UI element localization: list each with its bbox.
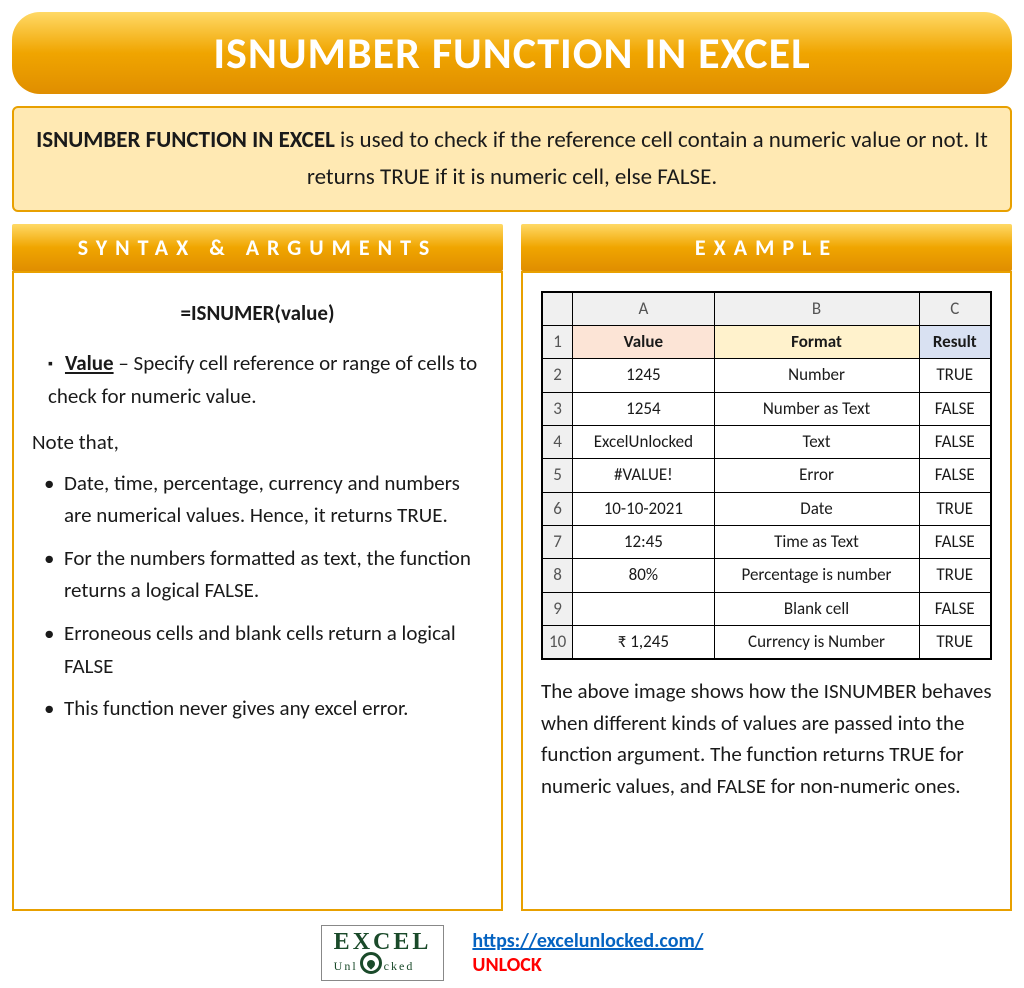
header-row: 1 Value Format Result: [542, 325, 991, 358]
row-num: 6: [542, 492, 573, 525]
table-row: 712:45Time as TextFALSE: [542, 526, 991, 559]
cell-result: TRUE: [919, 359, 991, 392]
row-num: 1: [542, 325, 573, 358]
example-header: EXAMPLE: [521, 224, 1012, 271]
description-lead: ISNUMBER FUNCTION IN EXCEL: [36, 126, 335, 154]
description-box: ISNUMBER FUNCTION IN EXCEL is used to ch…: [12, 106, 1012, 212]
example-table: A B C 1 Value Format Result 21245NumberT…: [541, 291, 992, 661]
row-num: 7: [542, 526, 573, 559]
row-num: 2: [542, 359, 573, 392]
logo-text-wrap: EXCEL Unlcked: [334, 932, 432, 974]
table-row: 10₹ 1,245Currency is NumberTRUE: [542, 626, 991, 660]
cell-value: [573, 592, 714, 625]
cell-value: 1254: [573, 392, 714, 425]
col-label-a: A: [573, 292, 714, 326]
row-num: 4: [542, 425, 573, 458]
row-num: 3: [542, 392, 573, 425]
syntax-panel: =ISNUMER(value) Value – Specify cell ref…: [12, 271, 503, 911]
x-letter: X: [353, 929, 373, 955]
cell-value: 12:45: [573, 526, 714, 559]
cell-format: Date: [714, 492, 919, 525]
col-label-row: A B C: [542, 292, 991, 326]
table-row: 21245NumberTRUE: [542, 359, 991, 392]
cell-value: 1245: [573, 359, 714, 392]
argument-item: Value – Specify cell reference or range …: [40, 347, 483, 412]
cell-value: ExcelUnlocked: [573, 425, 714, 458]
row-num: 9: [542, 592, 573, 625]
header-result: Result: [919, 325, 991, 358]
table-row: 9 Blank cellFALSE: [542, 592, 991, 625]
footer-url[interactable]: https://excelunlocked.com/: [472, 929, 703, 953]
col-label-c: C: [919, 292, 991, 326]
logo-main-text: EXCEL: [334, 929, 432, 955]
table-row: 5#VALUE!ErrorFALSE: [542, 459, 991, 492]
cell-format: Text: [714, 425, 919, 458]
logo-sub-text: Unlcked: [334, 952, 432, 974]
cell-format: Time as Text: [714, 526, 919, 559]
cell-result: FALSE: [919, 425, 991, 458]
page-title: ISNUMBER FUNCTION IN EXCEL: [213, 26, 810, 80]
description-rest: is used to check if the reference cell c…: [307, 126, 988, 191]
header-value: Value: [573, 325, 714, 358]
note-label: Note that,: [32, 426, 483, 459]
cell-format: Number as Text: [714, 392, 919, 425]
argument-name: Value: [65, 350, 114, 376]
example-caption: The above image shows how the ISNUMBER b…: [541, 676, 992, 802]
cell-format: Number: [714, 359, 919, 392]
cell-result: FALSE: [919, 526, 991, 559]
footer-unlock: UNLOCK: [472, 953, 541, 977]
title-banner: ISNUMBER FUNCTION IN EXCEL: [12, 12, 1012, 94]
lock-icon: [360, 952, 382, 974]
syntax-header: SYNTAX & ARGUMENTS: [12, 224, 503, 271]
row-num: 5: [542, 459, 573, 492]
footer-links: https://excelunlocked.com/ UNLOCK: [472, 929, 703, 977]
row-num: 8: [542, 559, 573, 592]
cell-value: #VALUE!: [573, 459, 714, 492]
cell-format: Blank cell: [714, 592, 919, 625]
row-num: 10: [542, 626, 573, 660]
cell-format: Currency is Number: [714, 626, 919, 660]
cell-result: TRUE: [919, 626, 991, 660]
col-label-b: B: [714, 292, 919, 326]
cell-result: FALSE: [919, 592, 991, 625]
note-item: For the numbers formatted as text, the f…: [44, 542, 483, 607]
footer: EXCEL Unlcked https://excelunlocked.com/…: [12, 925, 1012, 981]
cell-format: Error: [714, 459, 919, 492]
header-format: Format: [714, 325, 919, 358]
table-row: 880%Percentage is numberTRUE: [542, 559, 991, 592]
table-row: 4ExcelUnlockedTextFALSE: [542, 425, 991, 458]
cell-result: TRUE: [919, 492, 991, 525]
cell-result: TRUE: [919, 559, 991, 592]
cell-value: 80%: [573, 559, 714, 592]
cell-result: FALSE: [919, 392, 991, 425]
table-row: 31254Number as TextFALSE: [542, 392, 991, 425]
example-panel: A B C 1 Value Format Result 21245NumberT…: [521, 271, 1012, 911]
syntax-column: SYNTAX & ARGUMENTS =ISNUMER(value) Value…: [12, 224, 503, 911]
notes-list: Date, time, percentage, currency and num…: [32, 467, 483, 725]
formula-text: =ISNUMER(value): [32, 297, 483, 330]
cell-result: FALSE: [919, 459, 991, 492]
table-row: 610-10-2021DateTRUE: [542, 492, 991, 525]
two-column-layout: SYNTAX & ARGUMENTS =ISNUMER(value) Value…: [12, 224, 1012, 911]
note-item: Date, time, percentage, currency and num…: [44, 467, 483, 532]
cell-format: Percentage is number: [714, 559, 919, 592]
note-item: Erroneous cells and blank cells return a…: [44, 617, 483, 682]
cell-value: 10-10-2021: [573, 492, 714, 525]
example-column: EXAMPLE A B C 1 Value Format Result 2124…: [521, 224, 1012, 911]
corner-cell: [542, 292, 573, 326]
logo: EXCEL Unlcked: [321, 925, 445, 981]
argument-list: Value – Specify cell reference or range …: [32, 347, 483, 412]
note-item: This function never gives any excel erro…: [44, 692, 483, 725]
cell-value: ₹ 1,245: [573, 626, 714, 660]
